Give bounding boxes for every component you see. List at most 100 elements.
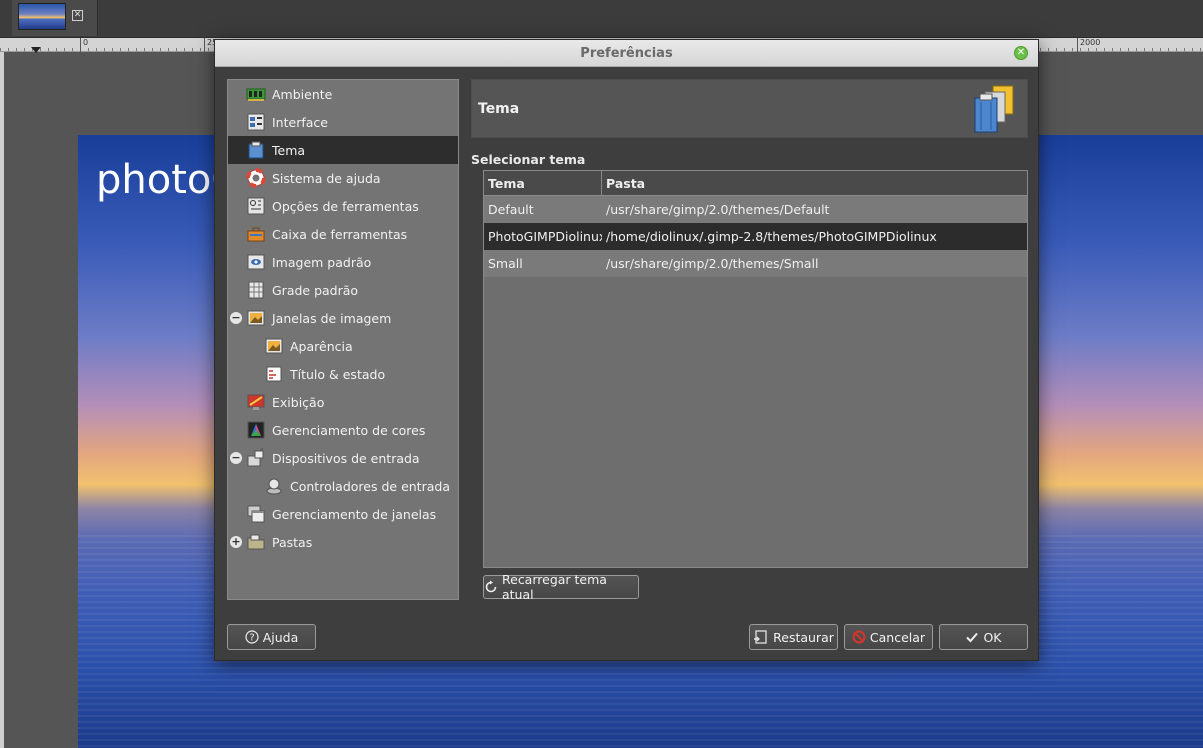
- theme-table: Tema Pasta Default /usr/share/gimp/2.0/t…: [483, 170, 1028, 568]
- cancel-label: Cancelar: [869, 629, 926, 645]
- memory-chip-icon: [246, 84, 266, 104]
- help-button[interactable]: ? Ajuda: [227, 624, 316, 650]
- input-devices-icon: [246, 448, 266, 468]
- column-header-pasta[interactable]: Pasta: [602, 171, 1027, 196]
- sidebar-item-ambiente[interactable]: Ambiente: [228, 80, 458, 108]
- preferences-tree: Ambiente Interface Tema Sistema de ajuda…: [227, 79, 459, 600]
- ok-label: OK: [983, 629, 1002, 645]
- close-icon[interactable]: ✕: [1014, 46, 1028, 60]
- table-row[interactable]: Small /usr/share/gimp/2.0/themes/Small: [484, 250, 1027, 277]
- help-label: Ajuda: [262, 629, 299, 645]
- sidebar-item-exibicao[interactable]: Exibição: [228, 388, 458, 416]
- ruler-label: 0: [80, 38, 88, 52]
- lifebuoy-icon: [246, 168, 266, 188]
- ruler-label: 2000: [1077, 38, 1100, 52]
- reload-theme-button[interactable]: Recarregar tema atual: [483, 572, 639, 602]
- dialog-title: Preferências: [580, 46, 673, 61]
- dialog-titlebar[interactable]: Preferências ✕: [215, 40, 1038, 67]
- image-tab[interactable]: ✕: [12, 0, 98, 36]
- appearance-icon: [264, 336, 284, 356]
- sidebar-item-titulo-estado[interactable]: Título & estado: [228, 360, 458, 388]
- table-row[interactable]: PhotoGIMPDiolinux /home/diolinux/.gimp-2…: [484, 223, 1027, 250]
- expand-icon[interactable]: +: [230, 536, 242, 548]
- window-management-icon: [246, 504, 266, 524]
- restore-icon: [753, 629, 769, 645]
- sidebar-item-sistema-de-ajuda[interactable]: Sistema de ajuda: [228, 164, 458, 192]
- sidebar-item-interface[interactable]: Interface: [228, 108, 458, 136]
- input-controllers-icon: [264, 476, 284, 496]
- sidebar-item-label: Opções de ferramentas: [272, 198, 419, 214]
- checkmark-icon: [965, 630, 979, 644]
- cancel-button[interactable]: Cancelar: [844, 624, 933, 650]
- sidebar-item-controladores-de-entrada[interactable]: Controladores de entrada: [228, 472, 458, 500]
- toolbox-icon: [246, 224, 266, 244]
- sidebar-item-imagem-padrao[interactable]: Imagem padrão: [228, 248, 458, 276]
- page-header: Tema: [471, 79, 1028, 138]
- sidebar-item-label: Título & estado: [290, 366, 386, 382]
- ruler-pointer-icon: [31, 47, 41, 53]
- sidebar-item-janelas-de-imagem[interactable]: − Janelas de imagem: [228, 304, 458, 332]
- close-tab-icon[interactable]: ✕: [72, 10, 83, 21]
- image-thumbnail: [18, 3, 66, 30]
- sidebar-item-label: Janelas de imagem: [272, 310, 392, 326]
- section-label: Selecionar tema: [471, 152, 586, 167]
- sidebar-item-label: Exibição: [272, 394, 325, 410]
- sidebar-item-label: Gerenciamento de janelas: [272, 506, 437, 522]
- theme-name-cell: Default: [488, 202, 534, 217]
- sidebar-item-label: Sistema de ajuda: [272, 170, 381, 186]
- svg-text:?: ?: [249, 633, 254, 644]
- tool-options-icon: [246, 196, 266, 216]
- sidebar-item-aparencia[interactable]: Aparência: [228, 332, 458, 360]
- sidebar-item-label: Controladores de entrada: [290, 478, 450, 494]
- sidebar-item-label: Interface: [272, 114, 328, 130]
- ok-button[interactable]: OK: [939, 624, 1028, 650]
- cancel-icon: [852, 630, 866, 644]
- theme-icon: [246, 140, 266, 160]
- sidebar-item-label: Ambiente: [272, 86, 333, 102]
- restore-label: Restaurar: [773, 629, 834, 645]
- title-status-icon: [264, 364, 284, 384]
- sidebar-item-opcoes-de-ferramentas[interactable]: Opções de ferramentas: [228, 192, 458, 220]
- sidebar-item-label: Gerenciamento de cores: [272, 422, 426, 438]
- sidebar-item-tema[interactable]: Tema: [228, 136, 458, 164]
- interface-icon: [246, 112, 266, 132]
- column-header-tema[interactable]: Tema: [484, 171, 602, 196]
- display-icon: [246, 392, 266, 412]
- default-image-icon: [246, 252, 266, 272]
- sidebar-item-label: Tema: [272, 142, 306, 158]
- sidebar-item-label: Caixa de ferramentas: [272, 226, 408, 242]
- sidebar-item-label: Pastas: [272, 534, 313, 550]
- table-row[interactable]: Default /usr/share/gimp/2.0/themes/Defau…: [484, 196, 1027, 223]
- grid-icon: [246, 280, 266, 300]
- preferences-dialog: Preferências ✕ Ambiente Interface Tema S…: [214, 39, 1039, 661]
- theme-icon: [971, 84, 1019, 134]
- color-management-icon: [246, 420, 266, 440]
- restore-button[interactable]: Restaurar: [749, 624, 838, 650]
- sidebar-item-grade-padrao[interactable]: Grade padrão: [228, 276, 458, 304]
- collapse-icon[interactable]: −: [230, 312, 242, 324]
- theme-name-cell: PhotoGIMPDiolinux: [488, 229, 602, 244]
- theme-path-cell: /usr/share/gimp/2.0/themes/Default: [606, 202, 830, 217]
- folders-icon: [246, 532, 266, 552]
- theme-name-cell: Small: [488, 256, 523, 271]
- sidebar-item-label: Dispositivos de entrada: [272, 450, 420, 466]
- sidebar-item-label: Aparência: [290, 338, 353, 354]
- help-icon: ?: [245, 630, 259, 644]
- sidebar-item-label: Imagem padrão: [272, 254, 372, 270]
- image-tabs-bar: ✕: [0, 0, 1203, 38]
- sidebar-item-pastas[interactable]: + Pastas: [228, 528, 458, 556]
- reload-icon: [484, 580, 498, 594]
- image-window-icon: [246, 308, 266, 328]
- sidebar-item-gerenciamento-de-janelas[interactable]: Gerenciamento de janelas: [228, 500, 458, 528]
- sidebar-item-dispositivos-de-entrada[interactable]: − Dispositivos de entrada: [228, 444, 458, 472]
- sidebar-item-label: Grade padrão: [272, 282, 359, 298]
- reload-theme-label: Recarregar tema atual: [502, 572, 607, 602]
- theme-path-cell: /usr/share/gimp/2.0/themes/Small: [606, 256, 819, 271]
- collapse-icon[interactable]: −: [230, 452, 242, 464]
- vertical-ruler: [0, 52, 4, 748]
- sidebar-item-gerenciamento-de-cores[interactable]: Gerenciamento de cores: [228, 416, 458, 444]
- page-title: Tema: [478, 101, 520, 117]
- sidebar-item-caixa-de-ferramentas[interactable]: Caixa de ferramentas: [228, 220, 458, 248]
- theme-path-cell: /home/diolinux/.gimp-2.8/themes/PhotoGIM…: [606, 229, 937, 244]
- table-header: Tema Pasta: [484, 171, 1027, 196]
